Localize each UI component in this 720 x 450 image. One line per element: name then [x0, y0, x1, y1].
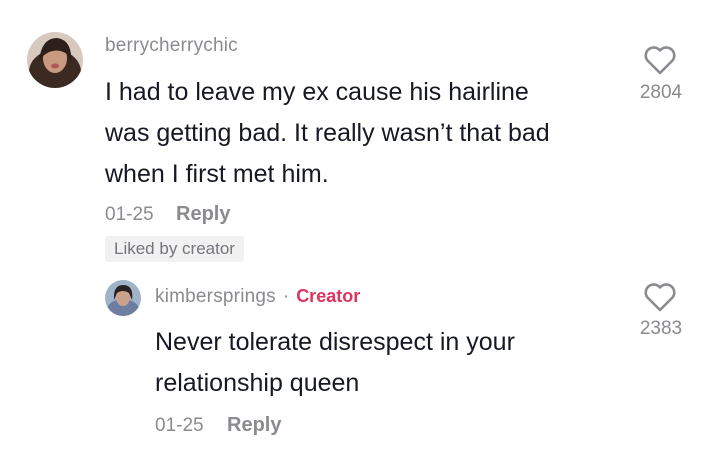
reply-username[interactable]: kimbersprings [155, 286, 276, 308]
reply-text-line: relationship queen [155, 369, 360, 397]
creator-tag: Creator [296, 286, 361, 306]
comment-date: 01-25 [105, 204, 154, 225]
reply-avatar[interactable] [105, 280, 141, 316]
avatar-image [105, 280, 141, 316]
reply-text-line: Never tolerate disrespect in your [155, 328, 515, 356]
reply-reply-button[interactable]: Reply [227, 414, 281, 437]
comment-like-button[interactable] [643, 44, 677, 81]
comment-username[interactable]: berrycherrychic [105, 35, 238, 57]
heart-outline-icon [644, 46, 676, 75]
reply-like-count: 2383 [639, 318, 683, 339]
reply-date: 01-25 [155, 415, 204, 436]
comment-text: I had to leave my ex cause his hairline … [105, 72, 635, 195]
avatar[interactable] [27, 32, 83, 88]
comment-text-line: was getting bad. It really wasn’t that b… [105, 119, 550, 147]
reply-header: kimbersprings · Creator [155, 286, 360, 308]
comment-like-count: 2804 [639, 82, 683, 103]
comment-text-line: I had to leave my ex cause his hairline [105, 78, 529, 106]
comment-reply-button[interactable]: Reply [176, 203, 230, 226]
comment-text-line: when I first met him. [105, 160, 329, 188]
liked-by-creator-badge: Liked by creator [105, 236, 244, 262]
reply-like-button[interactable] [643, 281, 677, 318]
separator-dot: · [282, 286, 290, 307]
reply-text: Never tolerate disrespect in your relati… [155, 322, 625, 404]
heart-outline-icon [644, 283, 676, 312]
avatar-image [27, 32, 83, 88]
